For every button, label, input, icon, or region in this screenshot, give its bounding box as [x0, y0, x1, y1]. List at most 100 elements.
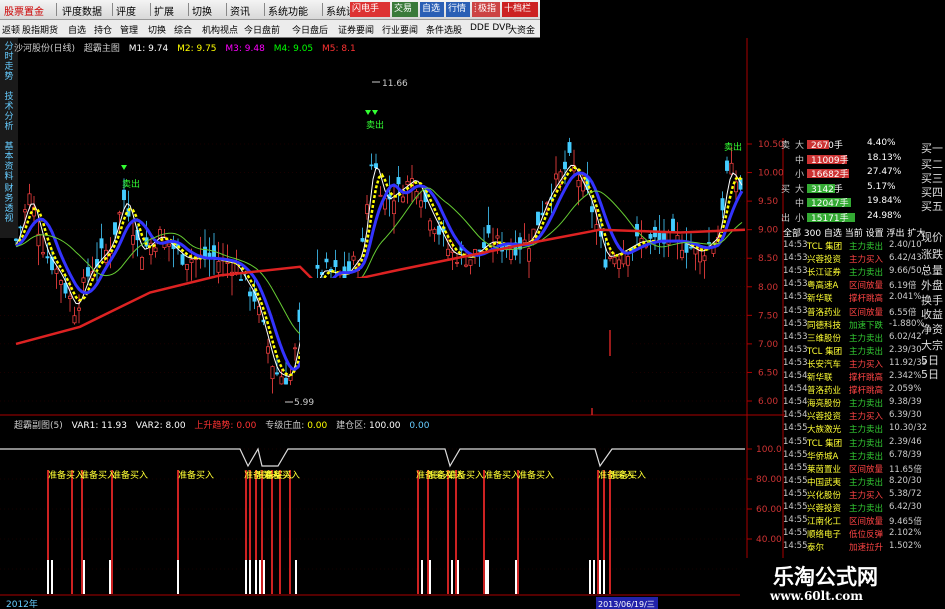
orderbook-row: 中 12047手 19.84%	[785, 196, 915, 210]
feed-row[interactable]: 14:54 兴蓉投资 主力买入 6.39/30	[783, 410, 925, 423]
feed-row[interactable]: 14:53 长江证券 主力卖出 9.66/50	[783, 266, 925, 279]
orderbook-row: 中 11009手 18.13%	[785, 153, 915, 167]
candle-body	[315, 264, 320, 269]
feed-time: 14:55	[783, 541, 808, 552]
toolbar-item-14[interactable]: 大资金	[508, 23, 535, 36]
menu-item-2[interactable]: 评度	[116, 3, 136, 18]
feed-name: 大族激光	[807, 425, 842, 436]
candle-body	[729, 162, 734, 175]
toolbar-item-11[interactable]: 行业要闻	[382, 23, 418, 36]
feed-type: 主力买入	[849, 490, 884, 501]
arrow-down-icon	[365, 110, 371, 115]
quote-edge-label: 净资	[921, 323, 943, 336]
sub-zhuang-value: 0.00	[307, 421, 328, 431]
toolbar-item-5[interactable]: 切换	[148, 23, 166, 36]
feed-name: TCL 集团	[807, 242, 843, 252]
feed-row[interactable]: 14:54 海亮股份 主力卖出 9.38/39	[783, 397, 925, 410]
toolbar-item-10[interactable]: 证券要闻	[338, 23, 374, 36]
toolbar-item-6[interactable]: 综合	[174, 23, 192, 36]
candle-body	[167, 243, 171, 247]
feed-row[interactable]: 14:55 兴化股份 主力买入 5.38/72	[783, 489, 925, 502]
feed-row[interactable]: 14:55 兴蓉投资 主力卖出 6.42/30	[783, 502, 925, 515]
feed-row[interactable]: 14:54 新华联 撑杆跳高 2.342%	[783, 371, 925, 384]
toolbar-item-12[interactable]: 条件选股	[426, 23, 462, 36]
quote-button[interactable]: 行情	[446, 2, 470, 17]
feed-row[interactable]: 14:55 顺络电子 低位反弹 2.102%	[783, 528, 925, 541]
tab-financial[interactable]: 财务透视	[1, 184, 17, 224]
feed-row[interactable]: 14:55 TCL 集团 主力卖出 2.39/46	[783, 437, 925, 450]
flash-trade-button[interactable]: 闪电手	[350, 2, 390, 17]
price-tick-label: 7.50	[758, 311, 778, 321]
menu-item-0[interactable]: 股票置金	[4, 3, 44, 18]
feed-name: 普洛药业	[807, 307, 842, 318]
feed-row[interactable]: 14:55 大族激光 主力卖出 10.30/32	[783, 423, 927, 436]
watchlist-button[interactable]: 自选	[420, 2, 444, 17]
timeline	[0, 597, 785, 609]
price-tick-label: 9.00	[758, 226, 778, 236]
toolbar-item-0[interactable]: 返顿	[2, 23, 20, 36]
feed-name: 新华联	[807, 294, 833, 305]
candle-body	[576, 180, 581, 188]
toolbar-item-4[interactable]: 管理	[120, 23, 138, 36]
candle-body	[657, 232, 662, 240]
moving-averages	[15, 164, 746, 410]
toolbar-item-3[interactable]: 持仓	[94, 23, 112, 36]
menu-item-5[interactable]: 资讯	[230, 3, 250, 18]
feed-row[interactable]: 14:55 泰尔 加速拉升 1.502%	[783, 541, 925, 554]
menu-bar: 股票置金 评度数据 评度 扩展 切换 资讯 系统功能 系统设置 闪电手 交易 自…	[0, 0, 540, 20]
feed-name: 普洛药业	[807, 386, 842, 397]
feed-row[interactable]: 14:54 普洛药业 撑杆跳高 2.059%	[783, 384, 925, 397]
toolbar-item-8[interactable]: 今日盘前	[244, 23, 280, 36]
candle-body	[131, 235, 135, 245]
feed-row[interactable]: 14:53 普洛药业 区间放量 6.55倍	[783, 306, 925, 319]
feed-name: 华侨城A	[807, 451, 839, 462]
trade-button[interactable]: 交易	[392, 2, 418, 17]
feed-name: 莱茵置业	[807, 464, 842, 475]
tab-technical[interactable]: 技术分析	[1, 92, 17, 132]
feed-row[interactable]: 14:53 长安汽车 主力买入 11.92/39	[783, 358, 927, 371]
sub-name: 超霸副图(5)	[14, 421, 63, 431]
menu-item-3[interactable]: 扩展	[154, 3, 174, 18]
feed-time: 14:55	[783, 475, 808, 486]
orderbook-pct: 18.13%	[867, 152, 902, 163]
feed-row[interactable]: 14:55 莱茵置业 区间放量 11.65倍	[783, 463, 925, 476]
toolbar-item-7[interactable]: 机构视点	[202, 23, 238, 36]
feed-value: -1.880%	[889, 318, 925, 329]
toolbar-item-1[interactable]: 股指期货	[22, 23, 58, 36]
feed-time: 14:54	[783, 384, 808, 395]
feed-time: 14:53	[783, 318, 808, 329]
menu-item-1[interactable]: 评度数据	[62, 3, 102, 18]
feed-tabs[interactable]: 全部 300 自选 当前 设置 浮出 扩大	[783, 226, 925, 239]
tab-fundamental[interactable]: 基本资料	[1, 142, 17, 182]
candle-body	[275, 372, 279, 375]
feed-row[interactable]: 14:53 TCL 集团 主力卖出 2.40/10	[783, 240, 925, 253]
candle-body	[54, 268, 59, 274]
feed-row[interactable]: 14:53 同德科技 加速下跌 -1.880%	[783, 318, 925, 332]
feed-row[interactable]: 14:55 中国武夷 主力卖出 8.20/30	[783, 475, 925, 489]
orderbook-pct: 19.84%	[867, 196, 902, 206]
candle-body	[99, 238, 104, 249]
orderbook-row: 出小 15171手 24.98%	[781, 211, 915, 225]
indicator-name: 超霸主图	[83, 44, 120, 54]
feed-row[interactable]: 14:53 TCL 集团 主力卖出 2.39/30	[783, 345, 925, 358]
feed-row[interactable]: 14:53 新华联 撑杆跳高 2.041%	[783, 292, 925, 305]
menu-item-6[interactable]: 系统功能	[268, 3, 308, 18]
feed-row[interactable]: 14:55 华侨城A 主力卖出 6.78/39	[783, 450, 925, 463]
level10-button[interactable]: 十档栏	[502, 2, 538, 17]
feed-row[interactable]: 14:53 三维股份 主力卖出 6.02/42	[783, 332, 925, 345]
toolbar-item-13[interactable]: DDE DVP	[470, 23, 511, 33]
toolbar-item-2[interactable]: 自选	[68, 23, 86, 36]
menu-item-4[interactable]: 切换	[192, 3, 212, 18]
feed-row[interactable]: 14:53 兴蓉投资 主力买入 6.42/43	[783, 253, 925, 266]
orderbook-side: 买	[781, 184, 791, 195]
feed-time: 14:55	[783, 423, 808, 434]
feed-row[interactable]: 14:53 粤高速A 区间放量 6.19倍	[783, 279, 925, 292]
feed-name: TCL 集团	[807, 438, 843, 449]
toolbar-item-9[interactable]: 今日盘后	[292, 23, 328, 36]
orderbook-row: 卖大 2670手 4.40%	[781, 138, 915, 152]
feed-time: 14:55	[783, 502, 808, 512]
feed-row[interactable]: 14:55 江南化工 区间放量 9.465倍	[783, 515, 925, 528]
feed-time: 14:55	[783, 528, 808, 539]
feed-time: 14:55	[783, 515, 808, 526]
index-button[interactable]: 极指	[476, 2, 500, 17]
